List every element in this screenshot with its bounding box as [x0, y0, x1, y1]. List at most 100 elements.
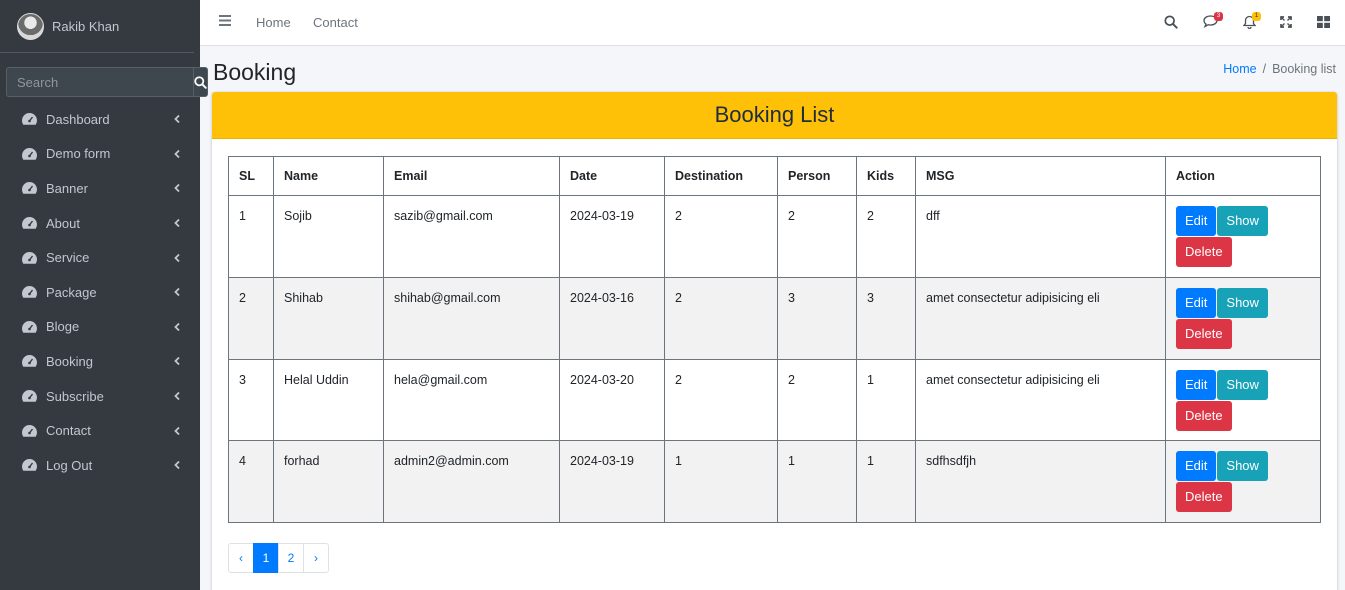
user-name[interactable]: Rakib Khan	[52, 19, 119, 34]
user-panel[interactable]: Rakib Khan	[0, 0, 194, 53]
cell-action: Edit Show Delete	[1165, 276, 1321, 360]
sidebar-item-package[interactable]: Package	[0, 275, 200, 310]
chevron-left-icon	[174, 184, 180, 193]
cell-action: Edit Show Delete	[1165, 440, 1321, 524]
cell-destination: 2	[664, 195, 778, 278]
bell-icon[interactable]: 1	[1243, 12, 1261, 29]
cell-email: sazib@gmail.com	[383, 195, 560, 278]
cell-name: forhad	[273, 440, 384, 524]
avatar[interactable]	[17, 12, 44, 40]
sidebar-item-label: Bloge	[46, 319, 80, 335]
edit-button[interactable]: Edit	[1176, 287, 1217, 318]
cell-person: 3	[777, 276, 857, 360]
cell-destination: 2	[664, 358, 778, 442]
sidebar-item-label: Booking	[46, 353, 93, 369]
sidebar-item-label: Contact	[46, 423, 91, 439]
cell-date: 2024-03-16	[559, 276, 665, 360]
delete-button[interactable]: Delete	[1176, 318, 1232, 349]
search-input[interactable]	[6, 67, 193, 97]
sidebar-item-bloge[interactable]: Bloge	[0, 310, 200, 345]
chevron-left-icon	[174, 218, 180, 228]
show-button[interactable]: Show	[1217, 451, 1268, 482]
sidebar-item-service[interactable]: Service	[0, 240, 200, 275]
cell-person: 2	[777, 358, 857, 442]
table-row: 4 forhad admin2@admin.com 2024-03-19 1 1…	[228, 440, 1321, 524]
show-button[interactable]: Show	[1217, 287, 1268, 318]
cell-msg: sdfhsdfjh	[915, 440, 1166, 524]
page-title: Booking	[213, 59, 297, 85]
cell-destination: 2	[664, 276, 778, 360]
tachometer-icon	[21, 320, 38, 334]
fullscreen-icon[interactable]	[1280, 16, 1292, 28]
menu-toggle-icon[interactable]	[219, 15, 231, 26]
search-icon[interactable]	[1164, 15, 1178, 29]
show-button[interactable]: Show	[1217, 369, 1268, 400]
sidebar-item-dashboard[interactable]: Dashboard	[0, 102, 200, 137]
pagination-page-2[interactable]: 2	[278, 543, 304, 573]
tachometer-icon	[21, 181, 38, 195]
sidebar-item-about[interactable]: About	[0, 206, 200, 241]
sidebar-item-contact[interactable]: Contact	[0, 413, 200, 448]
sidebar-item-demo-form[interactable]: Demo form	[0, 137, 200, 172]
edit-button[interactable]: Edit	[1176, 369, 1217, 400]
tachometer-icon	[21, 354, 38, 368]
search-button[interactable]	[193, 67, 208, 97]
delete-button[interactable]: Delete	[1176, 400, 1232, 431]
cell-destination: 1	[664, 440, 778, 524]
cell-email: hela@gmail.com	[383, 358, 560, 442]
nav-link-contact[interactable]: Contact	[313, 15, 358, 30]
sidebar-item-label: Package	[46, 284, 97, 300]
tachometer-icon	[21, 285, 38, 299]
breadcrumb: Home / Booking list	[1223, 62, 1336, 76]
sidebar-item-banner[interactable]: Banner	[0, 171, 200, 206]
sidebar-item-label: About	[46, 215, 80, 231]
cell-date: 2024-03-19	[559, 440, 665, 524]
sidebar-item-label: Subscribe	[46, 388, 104, 404]
cell-kids: 3	[856, 276, 916, 360]
messages-badge: 3	[1214, 12, 1223, 21]
cell-email: shihab@gmail.com	[383, 276, 560, 360]
pagination: ‹ 1 2 ›	[228, 543, 329, 573]
top-navbar: Home Contact 3 1	[200, 0, 1345, 46]
sidebar-item-label: Demo form	[46, 146, 111, 162]
breadcrumb-separator: /	[1262, 62, 1267, 76]
tachometer-icon	[21, 458, 38, 472]
column-header-destination: Destination	[664, 156, 778, 196]
sidebar: Rakib Khan Dashboard Demo form Banner Ab…	[0, 0, 208, 590]
delete-button[interactable]: Delete	[1176, 482, 1232, 513]
sidebar-item-label: Log Out	[46, 457, 93, 473]
sidebar-item-booking[interactable]: Booking	[0, 344, 200, 379]
breadcrumb-home-link[interactable]: Home	[1223, 62, 1256, 76]
messages-icon[interactable]: 3	[1203, 12, 1223, 28]
column-header-action: Action	[1165, 156, 1321, 196]
sidebar-nav: Dashboard Demo form Banner About Service…	[0, 102, 200, 483]
sidebar-item-subscribe[interactable]: Subscribe	[0, 379, 200, 414]
booking-table: SL Name Email Date Destination Person Ki…	[228, 156, 1321, 524]
sidebar-item-log-out[interactable]: Log Out	[0, 448, 200, 483]
breadcrumb-current: Booking list	[1272, 62, 1336, 76]
pagination-next[interactable]: ›	[303, 543, 329, 573]
pagination-page-1[interactable]: 1	[253, 543, 279, 573]
pagination-prev[interactable]: ‹	[228, 543, 254, 573]
grid-icon[interactable]	[1317, 16, 1330, 28]
column-header-person: Person	[777, 156, 857, 196]
card-title: Booking List	[212, 92, 1337, 139]
chevron-left-icon	[174, 115, 180, 124]
cell-date: 2024-03-20	[559, 358, 665, 442]
cell-name: Sojib	[273, 195, 384, 278]
tachometer-icon	[21, 216, 38, 230]
delete-button[interactable]: Delete	[1176, 237, 1232, 267]
sidebar-item-label: Banner	[46, 180, 88, 196]
cell-sl: 4	[228, 440, 274, 524]
column-header-name: Name	[273, 156, 384, 196]
edit-button[interactable]: Edit	[1176, 206, 1217, 236]
show-button[interactable]: Show	[1217, 206, 1268, 236]
cell-msg: amet consectetur adipisicing eli	[915, 276, 1166, 360]
edit-button[interactable]: Edit	[1176, 451, 1217, 482]
tachometer-icon	[21, 389, 38, 403]
sidebar-search	[6, 67, 208, 97]
table-row: 1 Sojib sazib@gmail.com 2024-03-19 2 2 2…	[228, 195, 1321, 278]
nav-link-home[interactable]: Home	[256, 15, 291, 30]
cell-person: 2	[777, 195, 857, 278]
search-icon	[194, 75, 207, 89]
